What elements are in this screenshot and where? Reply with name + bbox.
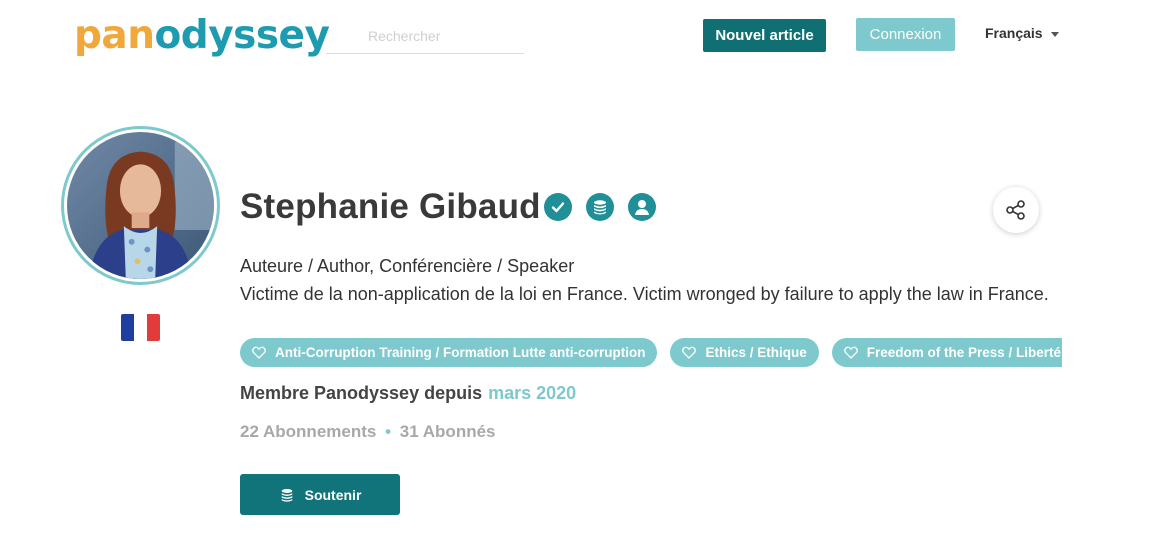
heart-icon	[252, 346, 266, 359]
search-input[interactable]	[326, 18, 524, 54]
member-label: Membre Panodyssey depuis	[240, 383, 483, 403]
france-flag-icon	[121, 314, 160, 341]
separator-dot: •	[385, 422, 392, 441]
following-count[interactable]: 22 Abonnements	[240, 422, 376, 441]
profile-badges	[544, 193, 656, 221]
tag-freedom-of-press[interactable]: Freedom of the Press / Liberté de la Pre…	[831, 338, 1062, 367]
panodyssey-logo[interactable]: panodyssey	[74, 12, 330, 60]
profile-tags: Anti-Corruption Training / Formation Lut…	[240, 338, 1062, 368]
share-button[interactable]	[993, 187, 1039, 233]
language-selector[interactable]: Français	[985, 25, 1059, 41]
login-button[interactable]: Connexion	[856, 18, 955, 51]
tag-label: Anti-Corruption Training / Formation Lut…	[275, 345, 646, 360]
tag-ethics[interactable]: Ethics / Ethique	[670, 338, 819, 367]
avatar	[61, 126, 220, 285]
heart-icon	[682, 346, 697, 359]
followers-count[interactable]: 31 Abonnés	[400, 422, 496, 441]
logo-part-pan: pan	[74, 13, 155, 58]
tag-label: Freedom of the Press / Liberté de la Pre…	[866, 345, 1062, 360]
logo-part-odyssey: odyssey	[154, 13, 330, 58]
support-button[interactable]: Soutenir	[240, 474, 400, 515]
profile-role: Auteure / Author, Conférencière / Speake…	[240, 256, 575, 276]
avatar-photo	[67, 132, 214, 279]
tag-anti-corruption[interactable]: Anti-Corruption Training / Formation Lut…	[240, 338, 658, 367]
share-icon	[1006, 200, 1025, 220]
coins-icon	[586, 193, 614, 221]
coins-icon	[281, 488, 292, 502]
caret-down-icon	[1050, 31, 1059, 37]
follow-counts: 22 Abonnements • 31 Abonnés	[240, 422, 496, 442]
member-since: Membre Panodyssey depuis mars 2020	[240, 383, 576, 404]
new-article-button[interactable]: Nouvel article	[703, 19, 826, 52]
verified-check-icon	[544, 193, 572, 221]
support-label: Soutenir	[304, 486, 362, 503]
supporter-icon	[628, 193, 656, 221]
member-since-date: mars 2020	[488, 383, 577, 403]
language-label: Français	[985, 25, 1043, 41]
tag-label: Ethics / Ethique	[705, 345, 807, 360]
profile-name: Stephanie Gibaud	[240, 187, 541, 226]
profile-bio: Victime de la non-application de la loi …	[240, 284, 1049, 304]
heart-icon	[843, 346, 858, 359]
